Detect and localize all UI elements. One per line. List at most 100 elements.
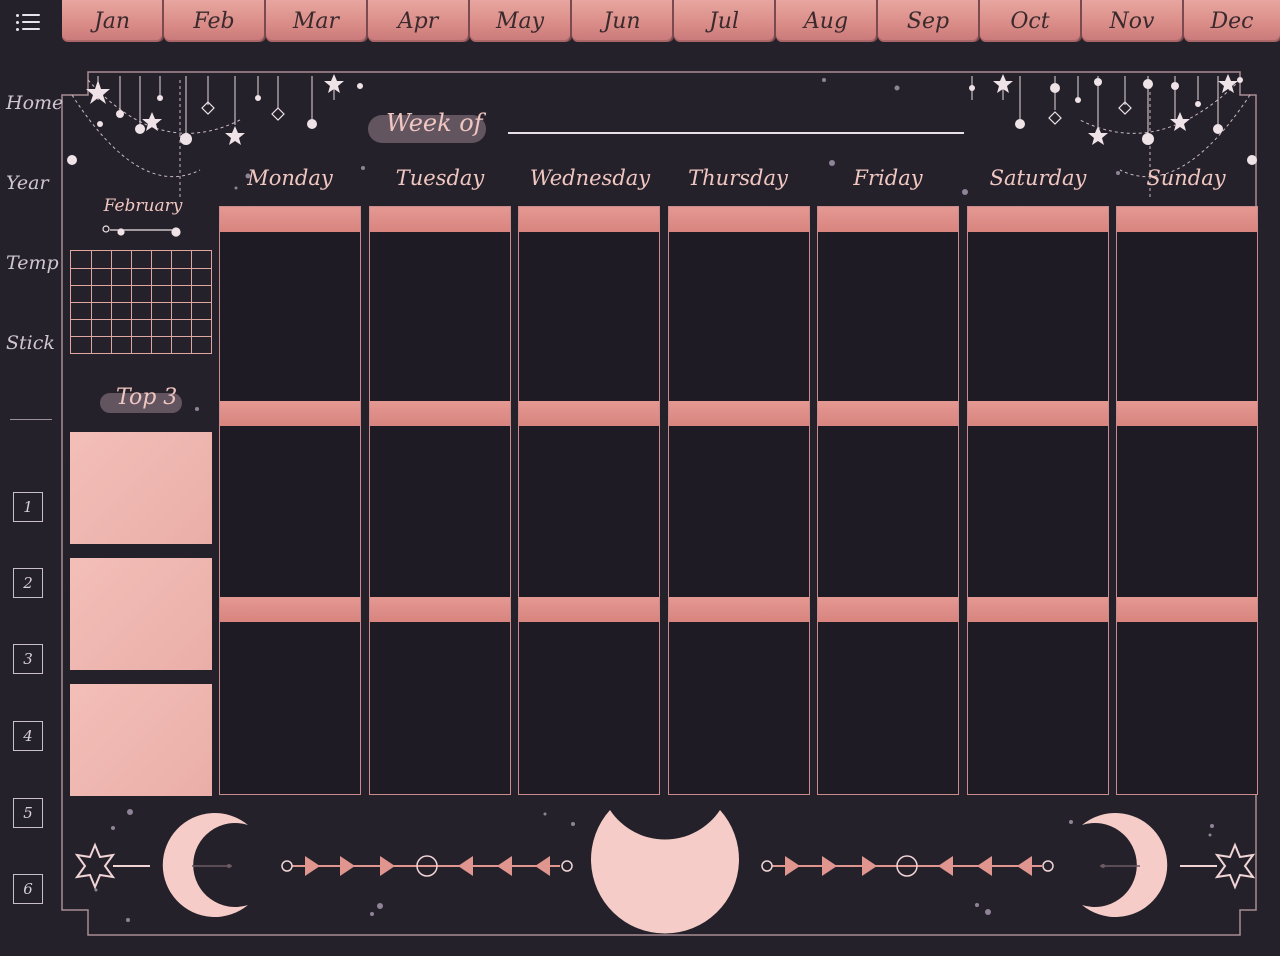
planner-cell[interactable] xyxy=(370,622,510,794)
mini-calendar-month: February xyxy=(103,196,183,216)
day-column-saturday xyxy=(967,206,1109,795)
week-of-text: Week of xyxy=(386,109,483,137)
planner-cell[interactable] xyxy=(669,426,809,596)
month-tabs: Jan Feb Mar Apr May Jun Jul Aug Sep Oct … xyxy=(62,0,1280,44)
planner-cell[interactable] xyxy=(669,232,809,400)
page-number-button[interactable]: 4 xyxy=(13,721,43,751)
tab-nov[interactable]: Nov xyxy=(1082,0,1182,42)
planner-cell[interactable] xyxy=(968,622,1108,794)
column-band xyxy=(1117,597,1257,622)
day-heading-tuesday: Tuesday xyxy=(395,166,485,190)
day-column-wednesday xyxy=(518,206,660,795)
planner-cell[interactable] xyxy=(519,426,659,596)
tab-label: Dec xyxy=(1210,8,1254,34)
column-band xyxy=(669,401,809,426)
week-of-input-line[interactable] xyxy=(508,132,964,134)
day-heading-monday: Monday xyxy=(247,166,333,190)
side-navigation: Home Year Temp Stick 1 2 3 4 5 6 xyxy=(0,44,63,956)
column-band xyxy=(220,597,360,622)
tab-label: Jul xyxy=(708,8,740,34)
planner-cell[interactable] xyxy=(519,232,659,400)
page-number-button[interactable]: 1 xyxy=(13,492,43,522)
mini-calendar-grid[interactable] xyxy=(70,250,212,354)
planner-cell[interactable] xyxy=(968,232,1108,400)
column-band xyxy=(968,597,1108,622)
hamburger-menu-icon[interactable] xyxy=(14,8,46,36)
tab-label: Sep xyxy=(906,8,950,34)
column-band xyxy=(519,207,659,232)
tab-label: May xyxy=(495,8,545,34)
tab-sep[interactable]: Sep xyxy=(878,0,978,42)
planner-cell[interactable] xyxy=(220,232,360,400)
tab-label: Jun xyxy=(603,8,641,34)
sidebar-item-year[interactable]: Year xyxy=(6,172,56,194)
column-band xyxy=(1117,401,1257,426)
planner-cell[interactable] xyxy=(1117,426,1257,596)
tab-label: Aug xyxy=(803,8,849,34)
day-heading-wednesday: Wednesday xyxy=(529,166,651,190)
planner-cell[interactable] xyxy=(370,426,510,596)
planner-cell[interactable] xyxy=(220,622,360,794)
planner-cell[interactable] xyxy=(370,232,510,400)
sidebar-item-home[interactable]: Home xyxy=(6,92,63,114)
tab-label: Apr xyxy=(397,8,439,34)
tab-may[interactable]: May xyxy=(470,0,570,42)
tab-jun[interactable]: Jun xyxy=(572,0,672,42)
column-band xyxy=(220,401,360,426)
column-band xyxy=(818,207,958,232)
column-band xyxy=(370,401,510,426)
planner-cell[interactable] xyxy=(1117,232,1257,400)
divider xyxy=(10,419,52,420)
tab-aug[interactable]: Aug xyxy=(776,0,876,42)
day-heading-friday: Friday xyxy=(853,166,923,190)
planner-cell[interactable] xyxy=(220,426,360,596)
day-column-friday xyxy=(817,206,959,795)
column-band xyxy=(669,207,809,232)
sidebar-item-stick[interactable]: Stick xyxy=(6,332,56,354)
planner-cell[interactable] xyxy=(818,232,958,400)
top-3-note-box[interactable] xyxy=(70,684,212,796)
top-3-note-box[interactable] xyxy=(70,558,212,670)
page-number-button[interactable]: 2 xyxy=(13,568,43,598)
column-band xyxy=(818,401,958,426)
day-heading-thursday: Thursday xyxy=(688,166,788,190)
tab-oct[interactable]: Oct xyxy=(980,0,1080,42)
day-column-sunday xyxy=(1116,206,1258,795)
tab-mar[interactable]: Mar xyxy=(266,0,366,42)
planner-cell[interactable] xyxy=(519,622,659,794)
week-of-label: Week of xyxy=(368,109,486,143)
day-heading-sunday: Sunday xyxy=(1146,166,1226,190)
day-column-monday xyxy=(219,206,361,795)
day-heading-saturday: Saturday xyxy=(989,166,1087,190)
tab-apr[interactable]: Apr xyxy=(368,0,468,42)
top-3-note-box[interactable] xyxy=(70,432,212,544)
planner-cell[interactable] xyxy=(968,426,1108,596)
top-3-label: Top 3 xyxy=(100,385,182,413)
tab-dec[interactable]: Dec xyxy=(1184,0,1280,42)
page-number-button[interactable]: 3 xyxy=(13,644,43,674)
tab-feb[interactable]: Feb xyxy=(164,0,264,42)
column-band xyxy=(519,597,659,622)
tab-label: Jan xyxy=(93,8,131,34)
column-band xyxy=(220,207,360,232)
tab-jan[interactable]: Jan xyxy=(62,0,162,42)
planner-cell[interactable] xyxy=(818,622,958,794)
planner-cell[interactable] xyxy=(818,426,958,596)
column-band xyxy=(1117,207,1257,232)
column-band xyxy=(370,207,510,232)
day-column-thursday xyxy=(668,206,810,795)
column-band xyxy=(519,401,659,426)
day-column-tuesday xyxy=(369,206,511,795)
column-band xyxy=(968,207,1108,232)
page-number-button[interactable]: 5 xyxy=(13,798,43,828)
planner-cell[interactable] xyxy=(1117,622,1257,794)
top-3-text: Top 3 xyxy=(116,385,178,410)
page-number-button[interactable]: 6 xyxy=(13,874,43,904)
tab-label: Mar xyxy=(292,8,340,34)
planner-cell[interactable] xyxy=(669,622,809,794)
tab-label: Oct xyxy=(1010,8,1050,34)
column-band xyxy=(818,597,958,622)
sidebar-item-temp[interactable]: Temp xyxy=(6,252,59,274)
tab-jul[interactable]: Jul xyxy=(674,0,774,42)
column-band xyxy=(669,597,809,622)
